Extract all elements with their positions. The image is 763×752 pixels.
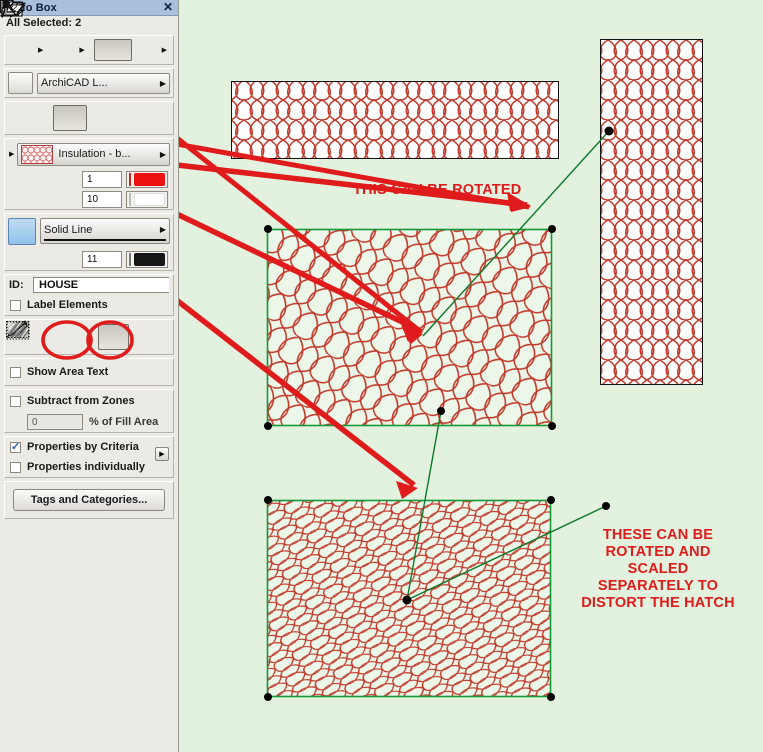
show-area-text-panel: Show Area Text: [4, 358, 174, 386]
fill-attributes-panel: ▶ Insulation - b... ▶ 1 10: [0, 0, 174, 210]
swatch-color: [134, 252, 165, 266]
swatch-tick: [129, 252, 131, 266]
properties-individually-row[interactable]: Properties individually: [5, 457, 173, 477]
fill-area-pct-row: 0 % of Fill Area: [5, 412, 173, 432]
line-preview: [44, 238, 166, 241]
layer-name: ArchiCAD L...: [41, 77, 108, 89]
fill-area-pct-label: % of Fill Area: [89, 416, 159, 428]
tags-and-categories-button[interactable]: Tags and Categories...: [13, 489, 165, 511]
pen-nib-icon: [3, 0, 9, 14]
insulation-hatch-swatch: [21, 144, 54, 164]
id-input[interactable]: HOUSE: [33, 277, 169, 293]
fill-area-pct-input[interactable]: 0: [27, 414, 83, 430]
fill-pattern-selector[interactable]: Insulation - b... ▶: [17, 142, 170, 166]
annotation-rotated: THIS CAN BE ROTATED: [353, 182, 522, 198]
layer-selector-chevron-icon[interactable]: ▶: [160, 79, 166, 88]
id-panel: ID: HOUSE Label Elements: [4, 274, 174, 316]
line-type-chevron-icon[interactable]: ▶: [160, 225, 166, 234]
fill-horizontal-band[interactable]: [231, 81, 559, 159]
fill-foreground-pen-swatch[interactable]: [126, 170, 168, 188]
layer-panel: ArchiCAD L... ▶: [0, 0, 174, 98]
drafting-fill-button[interactable]: [1, 1, 87, 131]
arrow-tool[interactable]: [0, 0, 161, 61]
drawing-canvas[interactable]: THIS CAN BE ROTATED THESE CAN BE ROTATED…: [179, 0, 763, 752]
rectangle-selection-tool[interactable]: [1, 2, 78, 61]
cut-fill-button[interactable]: [3, 3, 47, 131]
subtract-zones-row[interactable]: Subtract from Zones: [5, 390, 173, 412]
fill-3d-chevron-down-icon[interactable]: ▶: [9, 150, 14, 158]
properties-panel: Properties by Criteria Properties indivi…: [4, 436, 174, 478]
properties-by-criteria-label: Properties by Criteria: [27, 441, 139, 453]
id-row: ID: HOUSE: [5, 275, 173, 295]
swatch-tick: [129, 192, 131, 206]
info-box-palette: Info Box ✕ All Selected: 2 ▶ ▶ ▶ ArchiCA…: [0, 0, 179, 752]
fill-category-panel: [1, 1, 174, 135]
magic-wand-button[interactable]: [1, 0, 33, 94]
label-elements-row[interactable]: Label Elements: [5, 295, 173, 315]
properties-expand-chevron-icon: ▶: [159, 451, 165, 458]
properties-by-criteria-checkbox[interactable]: [10, 440, 21, 453]
fill-background-pen-swatch[interactable]: [126, 190, 168, 208]
subtract-zones-panel: Subtract from Zones 0 % of Fill Area: [4, 389, 174, 433]
swatch-color: [134, 172, 165, 186]
fill-orientation-distorted[interactable]: [6, 320, 130, 350]
swatch-color: [134, 192, 165, 206]
fill-rotated-square[interactable]: [266, 228, 553, 427]
swatch-tick: [129, 172, 131, 186]
close-icon[interactable]: ✕: [163, 1, 173, 14]
properties-individually-label: Properties individually: [27, 461, 145, 473]
fill-vertical-band[interactable]: [600, 39, 703, 385]
id-label: ID:: [9, 279, 24, 291]
annotation-distorted: THESE CAN BE ROTATED AND SCALED SEPARATE…: [581, 527, 735, 611]
contour-pen-input[interactable]: 11: [82, 250, 122, 268]
fill-background-pen-input[interactable]: 10: [82, 190, 122, 208]
show-area-text-row[interactable]: Show Area Text: [5, 359, 173, 385]
subtract-zones-label: Subtract from Zones: [27, 395, 135, 407]
properties-individually-checkbox[interactable]: [10, 461, 21, 473]
edit-selection-tool[interactable]: [0, 1, 37, 61]
line-type-name: Solid Line: [44, 223, 93, 236]
contour-line-toggle[interactable]: [1, 2, 36, 245]
edit-selection-tool-chevron-down-icon[interactable]: ▶: [38, 46, 43, 54]
rectangle-selection-tool-chevron-down-icon[interactable]: ▶: [79, 46, 84, 54]
fill-foreground-pen-input[interactable]: 1: [82, 170, 122, 188]
subtract-zones-checkbox[interactable]: [10, 395, 21, 407]
hatch-radial-icon: [7, 322, 28, 339]
fill-orientation-radial[interactable]: [7, 322, 170, 350]
fill-pattern-name: Insulation - b...: [58, 148, 131, 160]
tool-row-panel: ▶ ▶ ▶: [0, 0, 174, 65]
canvas-graphics: [179, 39, 703, 701]
properties-by-criteria-row[interactable]: Properties by Criteria: [5, 437, 173, 457]
line-type-panel: Solid Line ▶ 11: [0, 0, 174, 271]
cover-fill-button[interactable]: [1, 2, 127, 131]
fill-pattern-chevron-icon[interactable]: ▶: [160, 150, 166, 159]
properties-expand-button[interactable]: ▶: [155, 447, 169, 461]
fill-tool[interactable]: [3, 2, 132, 61]
fill-orientation-panel: [4, 319, 174, 360]
show-area-text-checkbox[interactable]: [10, 366, 21, 378]
fill-orientation-rotated[interactable]: [6, 321, 89, 350]
show-area-text-label: Show Area Text: [27, 366, 109, 378]
label-elements-label: Label Elements: [27, 299, 108, 311]
label-elements-checkbox[interactable]: [10, 299, 21, 311]
arrow-tool-chevron-down-icon[interactable]: ▶: [162, 46, 167, 54]
line-type-selector[interactable]: Solid Line ▶: [40, 218, 170, 244]
tags-panel: Tags and Categories...: [4, 481, 174, 519]
layer-selector[interactable]: ArchiCAD L... ▶: [0, 0, 170, 94]
contour-pen-swatch[interactable]: [126, 250, 168, 268]
